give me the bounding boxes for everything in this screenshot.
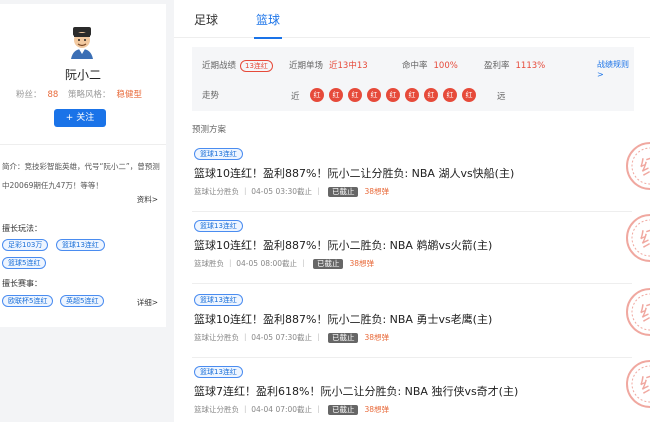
specialty-tag[interactable]: 篮球13连红 — [56, 239, 105, 251]
plan-title[interactable]: 篮球10连红！盈利887%！阮小二胜负: NBA 勇士vs老鹰(主) — [194, 311, 492, 327]
single-label: 近期单场 — [289, 61, 324, 71]
style-value: 稳健型 — [116, 90, 143, 100]
hit-rate: 命中率 100% — [402, 59, 458, 71]
single-record: 近期单场 近13中13 — [289, 59, 368, 71]
expert-profile-card: 阮小二 粉丝： 88 策略风格： 稳健型 + 关注 简介：竞技彩智能英雄，代号“阮小… — [0, 4, 166, 327]
event-title: 擅长赛事： — [2, 279, 42, 288]
plan-hits: 38想弹 — [349, 259, 374, 268]
event-tag[interactable]: 欧联杯5连红 — [2, 295, 54, 307]
red-stamp-icon: 红 — [626, 360, 650, 408]
fans-stat: 粉丝： 88 — [16, 88, 58, 100]
plan-meta: 篮球让分胜负 ｜ 04-05 03:30截止 ｜ 已截止 38想弹 — [194, 186, 389, 197]
profit-label: 盈利率 — [484, 61, 510, 71]
plan-title[interactable]: 篮球7连红！盈利618%！阮小二让分胜负: NBA 独行侠vs奇才(主) — [194, 383, 518, 399]
main-panel: 足球 篮球 近期战绩 13连红 近期单场 近13中13 命中率 100% 盈利率 111… — [174, 0, 650, 422]
trend-dot: 红 — [462, 88, 476, 102]
red-stamp-icon: 红 — [626, 288, 650, 336]
sport-tabs: 足球 篮球 — [174, 0, 650, 39]
plan-item[interactable]: 篮球13连红 篮球10连红！盈利887%！阮小二胜负: NBA 鹈鹕vs火箭(主… — [192, 214, 650, 284]
fans-value: 88 — [47, 90, 59, 100]
plan-hits: 38想弹 — [364, 405, 389, 414]
status-badge: 已截止 — [327, 333, 359, 343]
expert-intro: 简介：竞技彩智能英雄，代号“阮小二”，曾预测中20069期任九47万！等等！ — [2, 162, 160, 190]
profile-more-link[interactable]: 资料> — [137, 194, 158, 205]
tab-basketball[interactable]: 篮球 — [253, 11, 283, 39]
plan-meta: 篮球胜负 ｜ 04-05 08:00截止 ｜ 已截止 38想弹 — [194, 258, 374, 269]
stamp-text: 红 — [637, 151, 650, 180]
trend-dot: 红 — [367, 88, 381, 102]
trend-label: 走势 — [202, 91, 220, 101]
single-value: 近13中13 — [329, 61, 368, 71]
divider — [0, 144, 166, 145]
tab-football[interactable]: 足球 — [194, 11, 218, 28]
style-label: 策略风格： — [68, 90, 111, 100]
plan-tag: 篮球13连红 — [194, 294, 243, 306]
trend-end: 远 — [497, 92, 506, 102]
follow-button[interactable]: + 关注 — [54, 109, 106, 127]
plan-item[interactable]: 篮球13连红 篮球10连红！盈利887%！阮小二让分胜负: NBA 湖人vs快船… — [192, 142, 650, 212]
plan-meta: 篮球让分胜负 ｜ 04-04 07:00截止 ｜ 已截止 38想弹 — [194, 404, 389, 415]
red-stamp-icon: 红 — [626, 214, 650, 262]
plan-meta-text: 篮球让分胜负 ｜ 04-04 07:00截止 ｜ — [194, 405, 322, 414]
status-badge: 已截止 — [327, 405, 359, 415]
record-summary: 近期战绩 13连红 近期单场 近13中13 命中率 100% 盈利率 1113% 战绩规… — [192, 47, 634, 111]
status-badge: 已截止 — [312, 259, 344, 269]
trend-dot: 红 — [424, 88, 438, 102]
plan-meta-text: 篮球胜负 ｜ 04-05 08:00截止 ｜ — [194, 259, 307, 268]
trend-dot: 红 — [329, 88, 343, 102]
hit-rate-value: 100% — [433, 61, 458, 71]
plan-item[interactable]: 篮球13连红 篮球10连红！盈利887%！阮小二胜负: NBA 勇士vs老鹰(主… — [192, 288, 650, 358]
plan-meta-text: 篮球让分胜负 ｜ 04-05 07:30截止 ｜ — [194, 333, 322, 342]
status-badge: 已截止 — [327, 187, 359, 197]
recent-label: 近期战绩 — [202, 61, 237, 71]
hit-rate-label: 命中率 — [402, 61, 428, 71]
profit-rate: 盈利率 1113% — [484, 59, 545, 71]
plan-hits: 38想弹 — [364, 333, 389, 342]
plan-tag: 篮球13连红 — [194, 366, 243, 378]
plan-tag: 篮球13连红 — [194, 220, 243, 232]
trend-dot: 红 — [405, 88, 419, 102]
avatar — [64, 23, 100, 59]
plans-title: 预测方案 — [192, 125, 227, 135]
trend-dot: 红 — [348, 88, 362, 102]
specialty-title: 擅长玩法： — [2, 224, 42, 233]
specialty-tag[interactable]: 篮球5连红 — [2, 257, 47, 269]
red-stamp-icon: 红 — [626, 142, 650, 190]
fans-label: 粉丝： — [16, 90, 42, 100]
plan-meta: 篮球让分胜负 ｜ 04-05 07:30截止 ｜ 已截止 38想弹 — [194, 332, 389, 343]
stamp-text: 红 — [637, 297, 650, 326]
trend-dot: 红 — [443, 88, 457, 102]
plan-item[interactable]: 篮球13连红 篮球7连红！盈利618%！阮小二让分胜负: NBA 独行侠vs奇才… — [192, 360, 650, 422]
streak-badge: 13连红 — [240, 60, 273, 72]
plan-meta-text: 篮球让分胜负 ｜ 04-05 03:30截止 ｜ — [194, 187, 322, 196]
recent-record: 近期战绩 13连红 — [202, 59, 273, 72]
stamp-text: 红 — [637, 223, 650, 252]
plan-title[interactable]: 篮球10连红！盈利887%！阮小二胜负: NBA 鹈鹕vs火箭(主) — [194, 237, 492, 253]
expert-name: 阮小二 — [64, 68, 101, 82]
record-rules-link[interactable]: 战绩规则 > — [597, 59, 634, 79]
trend-dot: 红 — [386, 88, 400, 102]
profit-value: 1113% — [515, 61, 546, 71]
plan-title[interactable]: 篮球10连红！盈利887%！阮小二让分胜负: NBA 湖人vs快船(主) — [194, 165, 514, 181]
trend-dot: 红 — [310, 88, 324, 102]
event-tag[interactable]: 英超5连红 — [60, 295, 105, 307]
style-stat: 策略风格： 稳健型 — [68, 88, 142, 100]
plan-hits: 38想弹 — [364, 187, 389, 196]
specialty-tag[interactable]: 足彩103万 — [2, 239, 49, 251]
stamp-text: 红 — [637, 369, 650, 398]
plan-tag: 篮球13连红 — [194, 148, 243, 160]
event-more-link[interactable]: 详细> — [137, 297, 158, 308]
trend-start: 近 — [291, 92, 300, 102]
